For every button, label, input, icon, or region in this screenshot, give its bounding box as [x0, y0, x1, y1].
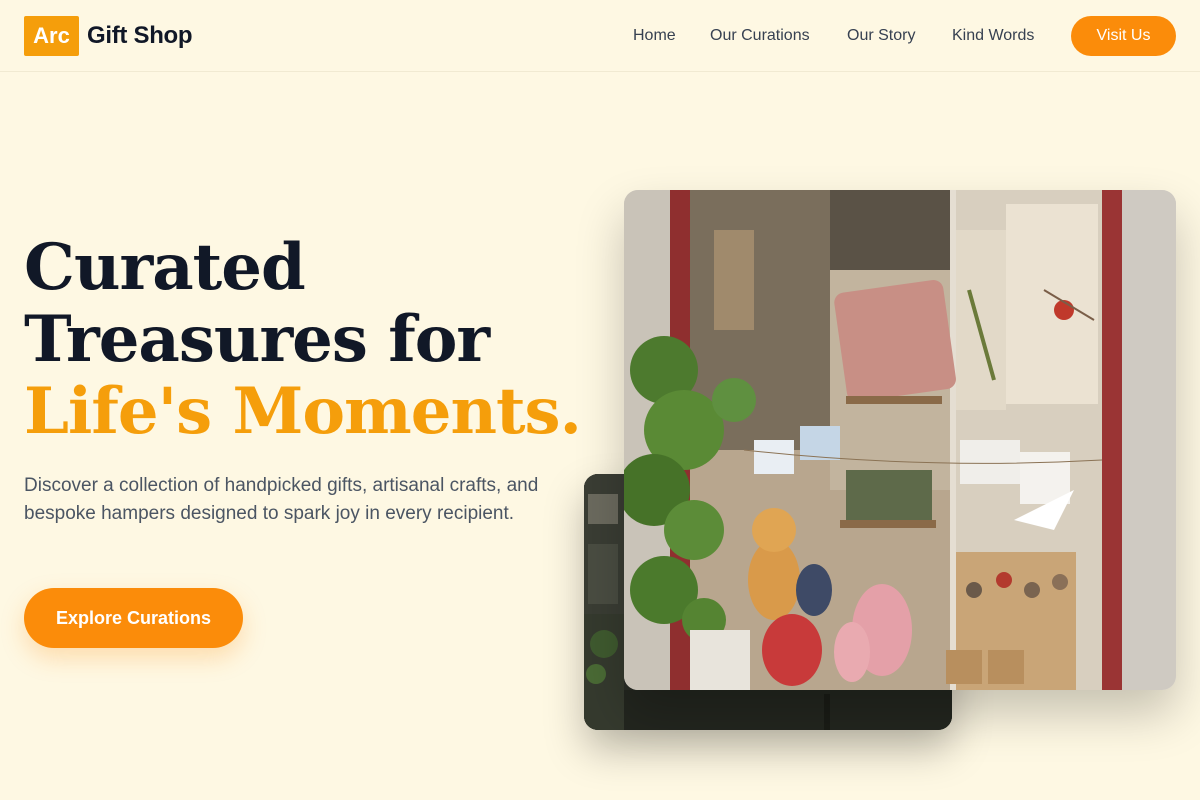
- nav-our-curations[interactable]: Our Curations: [710, 24, 810, 48]
- nav-home[interactable]: Home: [633, 24, 676, 48]
- hero-title-accent: Life's Moments.: [24, 374, 582, 449]
- hero-title-line-1: Curated: [24, 230, 306, 305]
- hero-subtitle: Discover a collection of handpicked gift…: [24, 475, 539, 524]
- logo-text: Gift Shop: [87, 22, 193, 49]
- gift-shop-window-photo: [624, 190, 1176, 690]
- explore-curations-button[interactable]: Explore Curations: [24, 588, 243, 648]
- hero-title: Curated Treasures for Life's Moments.: [24, 232, 584, 448]
- nav-our-story[interactable]: Our Story: [847, 24, 915, 48]
- visit-us-button[interactable]: Visit Us: [1071, 16, 1176, 56]
- hero-title-line-2: Treasures for: [24, 302, 490, 377]
- nav-kind-words[interactable]: Kind Words: [952, 24, 1034, 48]
- logo[interactable]: Arc Gift Shop: [24, 16, 193, 56]
- site-header: Arc Gift Shop Home Our Curations Our Sto…: [0, 0, 1200, 72]
- logo-badge: Arc: [24, 16, 79, 56]
